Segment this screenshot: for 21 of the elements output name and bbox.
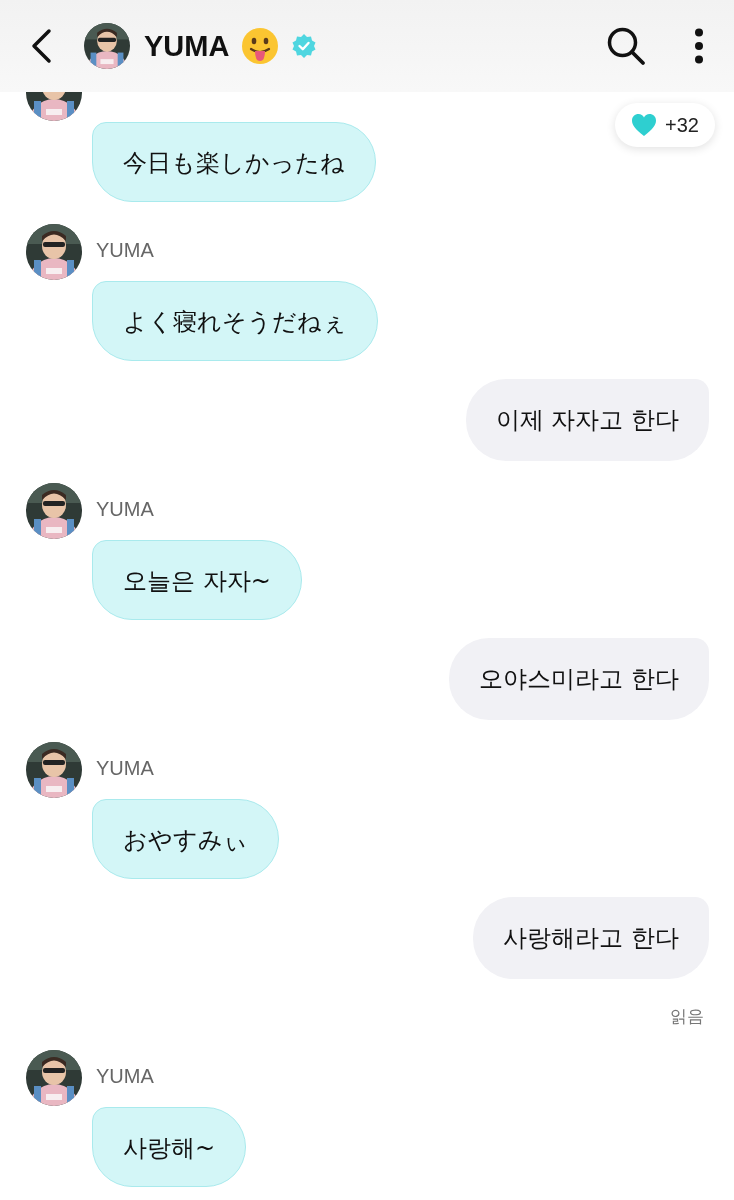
heart-icon (631, 113, 658, 137)
search-icon[interactable] (606, 26, 646, 66)
message-bubble: 이제 자자고 한다 (465, 379, 709, 461)
sender-name: YUMA (96, 497, 154, 521)
read-receipt: 읽음 (670, 1005, 704, 1028)
reaction-badge[interactable]: +32 (615, 103, 715, 147)
message-bubble: よく寝れそうだねぇ (92, 281, 378, 361)
sender-name: YUMA (96, 1064, 154, 1088)
message-bubble: 오늘은 자자~ (92, 540, 302, 620)
message-bubble: 사랑해라고 한다 (473, 897, 709, 979)
message-bubble: おやすみぃ (92, 799, 279, 879)
message-bubble: 사랑해~ (92, 1107, 247, 1187)
reaction-count: +32 (665, 113, 699, 137)
message-bubble: 오야스미라고 한다 (449, 638, 709, 720)
more-options-icon[interactable] (694, 28, 704, 64)
tongue-face-icon (241, 27, 280, 65)
sender-name: YUMA (96, 756, 154, 780)
back-icon[interactable] (30, 28, 52, 64)
sender-name: YUMA (96, 238, 154, 262)
chat-title: YUMA (144, 29, 230, 63)
message-bubble: 今日も楽しかったね (92, 122, 376, 202)
